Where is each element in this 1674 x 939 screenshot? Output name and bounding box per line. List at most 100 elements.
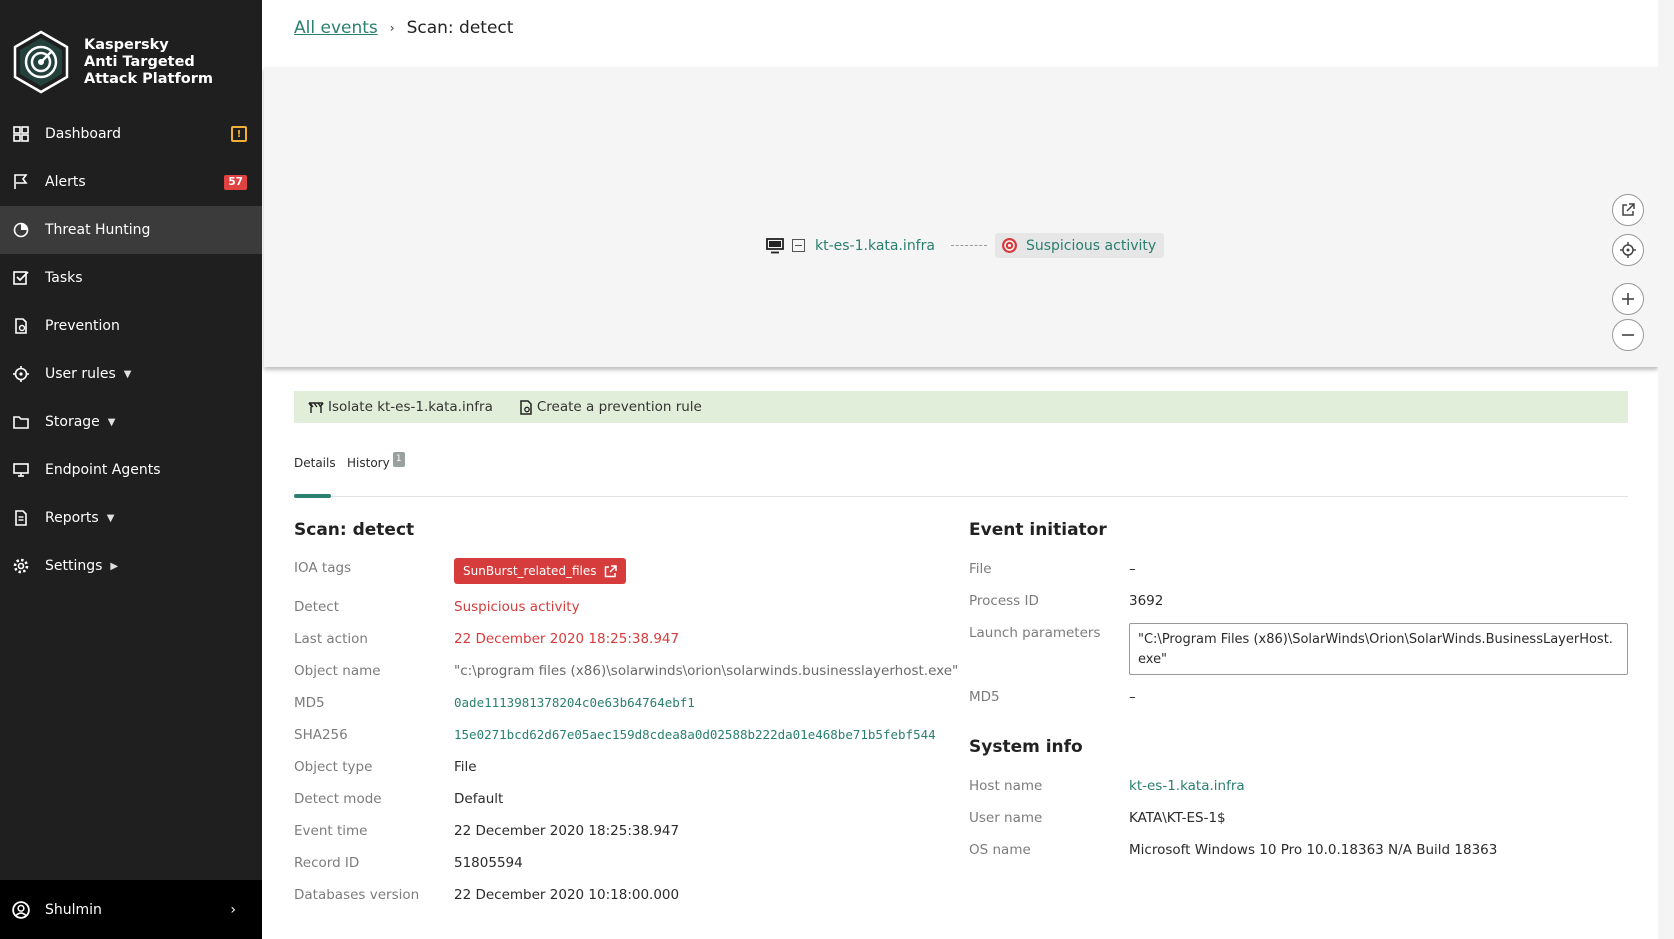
- prevention-rule-icon: [520, 399, 532, 415]
- initiator-md5-value: –: [1129, 689, 1136, 705]
- breadcrumb: All events › Scan: detect: [294, 18, 513, 38]
- detail-label: Launch parameters: [969, 625, 1101, 641]
- sidebar-item-endpoint-agents[interactable]: Endpoint Agents: [0, 446, 262, 494]
- file-value: –: [1129, 561, 1136, 577]
- initiator-row-md5: MD5 –: [969, 689, 1136, 705]
- detail-label: Databases version: [294, 887, 420, 903]
- sidebar-item-tasks[interactable]: Tasks: [0, 254, 262, 302]
- create-prevention-rule-label: Create a prevention rule: [536, 399, 702, 415]
- detail-row-object-type: Object type File: [294, 759, 477, 775]
- alerts-count-badge: 57: [224, 174, 247, 190]
- system-info-title: System info: [969, 737, 1083, 757]
- user-menu[interactable]: Shulmin ›: [0, 880, 262, 939]
- graph-event-node[interactable]: Suspicious activity: [994, 233, 1165, 258]
- tab-history[interactable]: History 1: [347, 452, 405, 497]
- system-row-os-name: OS name Microsoft Windows 10 Pro 10.0.18…: [969, 842, 1497, 858]
- detail-label: Object name: [294, 663, 381, 679]
- host-monitor-icon: [766, 237, 784, 253]
- chevron-down-icon: ▼: [106, 512, 115, 524]
- system-row-host-name: Host name kt-es-1.kata.infra: [969, 778, 1245, 794]
- folder-icon: [12, 413, 30, 431]
- breadcrumb-all-events-link[interactable]: All events: [294, 18, 378, 38]
- external-link-icon: [604, 564, 617, 577]
- detail-label: Object type: [294, 759, 373, 775]
- user-name: Shulmin: [45, 901, 102, 918]
- page-title: Scan: detect: [406, 18, 514, 38]
- app-title: Kaspersky Anti Targeted Attack Platform: [84, 37, 213, 88]
- detail-label: User name: [969, 810, 1043, 826]
- host-name-link[interactable]: kt-es-1.kata.infra: [1129, 778, 1245, 794]
- report-icon: [12, 509, 30, 527]
- sidebar-item-dashboard[interactable]: Dashboard !: [0, 110, 262, 158]
- sidebar-item-threat-hunting[interactable]: Threat Hunting: [0, 206, 262, 254]
- chevron-right-icon: ▶: [110, 560, 119, 572]
- sidebar-item-label: Tasks: [45, 270, 83, 286]
- sidebar-item-label: Reports: [45, 510, 99, 526]
- page-scrollbar[interactable]: [1658, 0, 1674, 939]
- threat-hunting-icon: [12, 221, 30, 239]
- event-time-value: 22 December 2020 18:25:38.947: [454, 823, 680, 839]
- sidebar-item-reports[interactable]: Reports ▼: [0, 494, 262, 542]
- detect-value: Suspicious activity: [454, 599, 580, 615]
- detail-label: Detect: [294, 599, 340, 615]
- logo-line-1: Kaspersky: [84, 36, 169, 53]
- sidebar-item-user-rules[interactable]: User rules ▼: [0, 350, 262, 398]
- crosshair-icon: [1620, 242, 1636, 258]
- detail-row-detect-mode: Detect mode Default: [294, 791, 503, 807]
- detail-label: File: [969, 561, 992, 577]
- suspicious-activity-icon: [1001, 238, 1017, 253]
- sidebar-item-label: Endpoint Agents: [45, 462, 161, 478]
- detail-row-record-id: Record ID 51805594: [294, 855, 523, 871]
- detail-row-event-time: Event time 22 December 2020 18:25:38.947: [294, 823, 679, 839]
- sidebar-item-settings[interactable]: Settings ▶: [0, 542, 262, 590]
- md5-link[interactable]: 0ade1113981378204c0e63b64764ebf1: [454, 695, 695, 711]
- sidebar-item-alerts[interactable]: Alerts 57: [0, 158, 262, 206]
- os-name-value: Microsoft Windows 10 Pro 10.0.18363 N/A …: [1129, 842, 1498, 858]
- sidebar-item-label: Dashboard: [45, 126, 121, 142]
- history-count-badge: 1: [392, 452, 405, 467]
- open-external-button[interactable]: [1612, 194, 1644, 226]
- graph-host-node[interactable]: kt-es-1.kata.infra: [815, 238, 935, 254]
- create-prevention-rule-button[interactable]: Create a prevention rule: [519, 399, 702, 415]
- user-name-value: KATA\KT-ES-1$: [1129, 810, 1226, 826]
- logo-line-3: Attack Platform: [84, 70, 213, 87]
- collapse-node-icon[interactable]: [792, 239, 805, 252]
- checkbox-icon: [12, 269, 30, 287]
- minus-icon: [1622, 334, 1634, 336]
- zoom-out-button[interactable]: [1612, 319, 1644, 351]
- graph-edge: [950, 245, 987, 246]
- center-graph-button[interactable]: [1612, 234, 1644, 266]
- tab-history-label: History: [347, 456, 390, 470]
- object-type-value: File: [454, 759, 477, 775]
- launch-parameters-field[interactable]: "C:\Program Files (x86)\SolarWinds\Orion…: [1129, 623, 1628, 675]
- record-id-value: 51805594: [454, 855, 523, 871]
- graph-event-label: Suspicious activity: [1025, 237, 1157, 254]
- action-bar: Isolate kt-es-1.kata.infra Create a prev…: [294, 391, 1628, 423]
- initiator-row-file: File –: [969, 561, 1136, 577]
- sidebar-item-label: Alerts: [45, 174, 86, 190]
- detail-label: IOA tags: [294, 560, 352, 576]
- monitor-icon: [12, 461, 30, 479]
- event-initiator-title: Event initiator: [969, 520, 1107, 540]
- detail-label: Last action: [294, 631, 368, 647]
- sidebar-item-storage[interactable]: Storage ▼: [0, 398, 262, 446]
- sidebar-item-label: Threat Hunting: [45, 222, 151, 238]
- sha256-link[interactable]: 15e0271bcd62d67e05aec159d8cdea8a0d02588b…: [454, 727, 936, 743]
- ioa-tag-button[interactable]: SunBurst_related_files: [454, 558, 626, 584]
- detail-label: OS name: [969, 842, 1031, 858]
- event-graph[interactable]: kt-es-1.kata.infra Suspicious activity: [264, 67, 1658, 367]
- zoom-in-button[interactable]: [1612, 283, 1644, 315]
- app-logo[interactable]: Kaspersky Anti Targeted Attack Platform: [12, 30, 213, 94]
- tab-details[interactable]: Details: [294, 454, 336, 498]
- isolate-host-button[interactable]: Isolate kt-es-1.kata.infra: [308, 399, 493, 415]
- detail-row-object-name: Object name "c:\program files (x86)\sola…: [294, 663, 958, 679]
- ioa-tag-label: SunBurst_related_files: [463, 564, 597, 578]
- detail-label: SHA256: [294, 727, 348, 743]
- logo-line-2: Anti Targeted: [84, 53, 195, 70]
- chevron-down-icon: ▼: [107, 416, 116, 428]
- sidebar-item-prevention[interactable]: Prevention: [0, 302, 262, 350]
- detail-row-last-action: Last action 22 December 2020 18:25:38.94…: [294, 631, 679, 647]
- details-section-title: Scan: detect: [294, 520, 415, 540]
- detail-row-ioa-tags: IOA tags SunBurst_related_files: [294, 558, 626, 584]
- sidebar-item-label: User rules: [45, 366, 116, 382]
